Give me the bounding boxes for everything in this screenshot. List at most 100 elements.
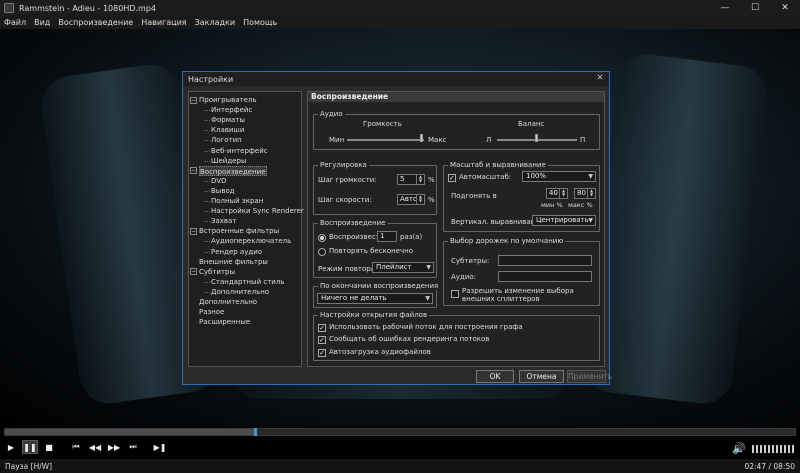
ok-button[interactable]: OK: [476, 370, 514, 383]
pause-icon[interactable]: ❚❚: [22, 440, 38, 454]
app-icon: [4, 3, 14, 13]
tree-item[interactable]: DVD: [211, 176, 226, 186]
balance-slider-thumb[interactable]: [535, 134, 538, 142]
volume-step-spinner[interactable]: 5 ▲ ▼: [397, 174, 425, 185]
cancel-button[interactable]: Отмена: [519, 370, 564, 383]
tree-item[interactable]: Расширенные: [199, 317, 250, 327]
window-title: Rammstein - Adieu - 1080HD.mp4: [19, 3, 156, 13]
play-icon[interactable]: ▶: [3, 440, 19, 454]
tree-item[interactable]: Аудиопереключатель: [211, 236, 291, 246]
tree-item[interactable]: Воспроизведение: [199, 165, 267, 176]
play-count-field[interactable]: 1: [377, 231, 397, 242]
repeat-mode-value: Плейлист: [376, 263, 412, 271]
tree-item[interactable]: Полный экран: [211, 196, 263, 206]
collapse-icon[interactable]: −: [190, 227, 197, 235]
maximize-button[interactable]: ☐: [740, 0, 770, 16]
volume-min-label: Мин: [329, 136, 345, 144]
collapse-icon[interactable]: −: [190, 268, 197, 276]
frame-step-icon[interactable]: ▶❚: [152, 440, 168, 454]
play-n-times-radio[interactable]: [318, 234, 326, 242]
worker-thread-checkbox[interactable]: ✓: [318, 324, 326, 332]
menu-navigation[interactable]: Навигация: [137, 18, 190, 27]
tree-item[interactable]: Дополнительно: [199, 297, 257, 307]
repeat-mode-select[interactable]: Плейлист ▼: [372, 262, 434, 273]
scale-group: Масштаб и выравнивание ✓ Автомасштаб: 10…: [443, 161, 600, 232]
scale-group-label: Масштаб и выравнивание: [448, 161, 548, 169]
repeat-forever-radio[interactable]: [318, 248, 326, 256]
spinner-arrows-icon[interactable]: ▲ ▼: [416, 175, 424, 184]
tree-item[interactable]: Логотип: [211, 135, 242, 145]
tree-connector: [204, 190, 210, 192]
spinner-arrows-icon[interactable]: ▲ ▼: [559, 189, 567, 198]
volume-slider-thumb[interactable]: [420, 134, 423, 142]
seek-bar[interactable]: [4, 428, 796, 436]
autoload-audio-checkbox[interactable]: ✓: [318, 349, 326, 357]
tree-item[interactable]: Захват: [211, 216, 236, 226]
speaker-icon[interactable]: 🔊: [732, 442, 746, 455]
skip-forward-icon[interactable]: ⏭: [125, 440, 141, 454]
subtitles-track-label: Субтитры:: [451, 257, 490, 265]
speed-step-spinner[interactable]: Авто ▲ ▼: [397, 194, 425, 205]
seek-thumb[interactable]: [253, 428, 257, 436]
minimize-button[interactable]: —: [710, 0, 740, 16]
spinner-arrows-icon[interactable]: ▲ ▼: [587, 189, 595, 198]
fit-min-spinner[interactable]: 40 ▲ ▼: [546, 188, 568, 199]
tree-item[interactable]: Рендер аудио: [211, 247, 262, 257]
tree-item[interactable]: Стандартный стиль: [211, 277, 284, 287]
subtitles-track-field[interactable]: [498, 255, 592, 266]
volume-slider-track[interactable]: [347, 139, 424, 141]
after-playback-select[interactable]: Ничего не делать ▼: [317, 293, 433, 304]
menu-file[interactable]: Файл: [0, 18, 30, 27]
tree-item[interactable]: Проигрыватель: [199, 95, 257, 105]
volume-control: 🔊: [732, 442, 794, 455]
autoscale-checkbox[interactable]: ✓: [448, 174, 456, 182]
tree-item[interactable]: Субтитры: [199, 267, 235, 277]
apply-button[interactable]: Применить: [567, 370, 612, 383]
volume-slider[interactable]: [752, 444, 794, 453]
collapse-icon[interactable]: −: [190, 167, 197, 175]
tree-item[interactable]: Вывод: [211, 186, 235, 196]
collapse-icon[interactable]: −: [190, 96, 197, 104]
tree-item[interactable]: Встроенные фильтры: [199, 226, 279, 236]
open-settings-group-label: Настройки открытия файлов: [318, 311, 430, 319]
fit-max-spinner[interactable]: 80 ▲ ▼: [574, 188, 596, 199]
fit-min-value: 40: [549, 189, 558, 197]
repeat-forever-label: Повторять бесконечно: [329, 247, 413, 255]
tree-item[interactable]: Веб-интерфейс: [211, 146, 268, 156]
tree-item[interactable]: Разное: [199, 307, 224, 317]
menu-help[interactable]: Помощь: [239, 18, 281, 27]
external-splitter-checkbox[interactable]: [451, 290, 459, 298]
volume-max-label: Макс: [428, 136, 447, 144]
menu-playback[interactable]: Воспроизведение: [54, 18, 137, 27]
tree-item[interactable]: Клавиши: [211, 125, 244, 135]
playback-group: Воспроизведение Воспроизвести 1 раз(а) П…: [313, 219, 437, 278]
tree-item[interactable]: Настройки Sync Renderer: [211, 206, 304, 216]
tree-item[interactable]: Интерфейс: [211, 105, 252, 115]
balance-left-label: Л: [486, 136, 492, 144]
worker-thread-label: Использовать рабочий поток для построени…: [329, 323, 523, 331]
tree-item[interactable]: Форматы: [211, 115, 245, 125]
stop-icon[interactable]: ■: [41, 440, 57, 454]
menu-bookmarks[interactable]: Закладки: [191, 18, 239, 27]
regulation-group-label: Регулировка: [318, 161, 369, 169]
tree-item[interactable]: Внешние фильтры: [199, 257, 268, 267]
dialog-title-bar: Настройки ✕: [183, 72, 609, 86]
menu-view[interactable]: Вид: [30, 18, 54, 27]
valign-select[interactable]: Центрировать ▼: [532, 215, 596, 226]
skip-back-icon[interactable]: ⏮: [68, 440, 84, 454]
render-errors-checkbox[interactable]: ✓: [318, 336, 326, 344]
balance-label: Баланс: [518, 120, 545, 128]
valign-value: Центрировать: [536, 216, 589, 224]
autoscale-select[interactable]: 100% ▼: [522, 171, 596, 182]
dialog-close-icon[interactable]: ✕: [595, 73, 605, 84]
tree-item[interactable]: Шейдеры: [211, 156, 246, 166]
fast-forward-icon[interactable]: ▶▶: [106, 440, 122, 454]
chevron-down-icon: ▼: [588, 217, 593, 224]
close-button[interactable]: ✕: [770, 0, 800, 16]
rewind-icon[interactable]: ◀◀: [87, 440, 103, 454]
audio-track-field[interactable]: [498, 271, 592, 282]
tree-connector: [204, 241, 210, 243]
regulation-group: Регулировка Шаг громкости: 5 ▲ ▼ % Шаг ск…: [313, 161, 437, 215]
tree-item[interactable]: Дополнительно: [211, 287, 269, 297]
spinner-arrows-icon[interactable]: ▲ ▼: [416, 195, 424, 204]
